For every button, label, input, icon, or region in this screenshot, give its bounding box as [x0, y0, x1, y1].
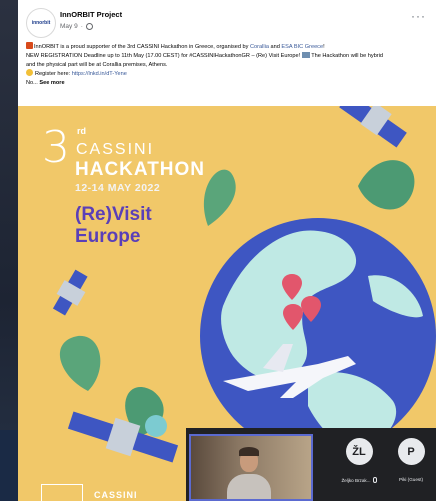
participant-hair: [239, 447, 259, 456]
poster-ordinal-suffix: rd: [77, 126, 86, 136]
eu-flag-logo: [41, 484, 83, 501]
video-call-bar: ŽL Željko Brzak... P Piki (Guest): [186, 428, 436, 501]
corallia-link[interactable]: Corallia: [250, 44, 269, 50]
participant-avatar: P: [397, 438, 425, 465]
pointing-hand-emoji-icon: [26, 69, 33, 77]
post-line: Register here: https://lnkd.in/dT-Yene: [26, 69, 431, 79]
participant-avatar: ŽL: [345, 438, 373, 465]
poster-hackathon: HACKATHON: [75, 159, 206, 180]
participant-tile[interactable]: P Piki (Guest): [386, 438, 436, 482]
poster-cassini: CASSINI: [76, 141, 155, 158]
post-line: No... See more: [26, 80, 65, 87]
post-line: NEW REGISTRATION Deadline up to 11th May…: [26, 51, 384, 59]
esa-bic-link[interactable]: ESA BIC Greece: [281, 44, 323, 50]
background-window-edge: [0, 430, 18, 501]
post-line: InnORBIT is a proud supporter of the 3rd…: [26, 42, 431, 52]
innorbit-badge-icon: [26, 42, 33, 49]
facebook-post: innorbit InnORBIT Project May 9 · ··· In…: [18, 0, 436, 501]
participant-body: [227, 474, 271, 499]
post-text: InnORBIT is a proud supporter of the 3rd…: [26, 42, 431, 88]
participant-tile[interactable]: ŽL Željko Brzak...: [334, 438, 384, 483]
participant-video-tile[interactable]: [189, 434, 313, 501]
post-date-text[interactable]: May 9: [60, 23, 78, 30]
more-options-icon[interactable]: ···: [411, 10, 426, 22]
mic-muted-icon: [372, 477, 377, 483]
post-date[interactable]: May 9 ·: [60, 23, 93, 30]
poster-ordinal: 3: [42, 122, 70, 173]
poster-dates: 12-14 MAY 2022: [75, 182, 161, 194]
poster-revisit: (Re)Visit: [75, 204, 152, 225]
participant-name: Piki (Guest): [399, 477, 423, 482]
page-name-link[interactable]: InnORBIT Project: [60, 10, 122, 19]
post-line: and the physical part will be at Coralli…: [26, 61, 168, 68]
page-avatar[interactable]: innorbit: [26, 8, 56, 38]
see-more-button[interactable]: See more: [39, 80, 64, 86]
poster-europe: Europe: [75, 226, 141, 247]
satellite-emoji-icon: [301, 51, 310, 58]
participant-name: Željko Brzak...: [334, 477, 384, 483]
post-header: innorbit InnORBIT Project May 9 · ···: [26, 6, 428, 38]
poster-footer-cassini: CASSINI: [94, 490, 138, 500]
register-link[interactable]: https://lnkd.in/dT-Yene: [72, 71, 127, 77]
globe-icon: [85, 23, 93, 30]
